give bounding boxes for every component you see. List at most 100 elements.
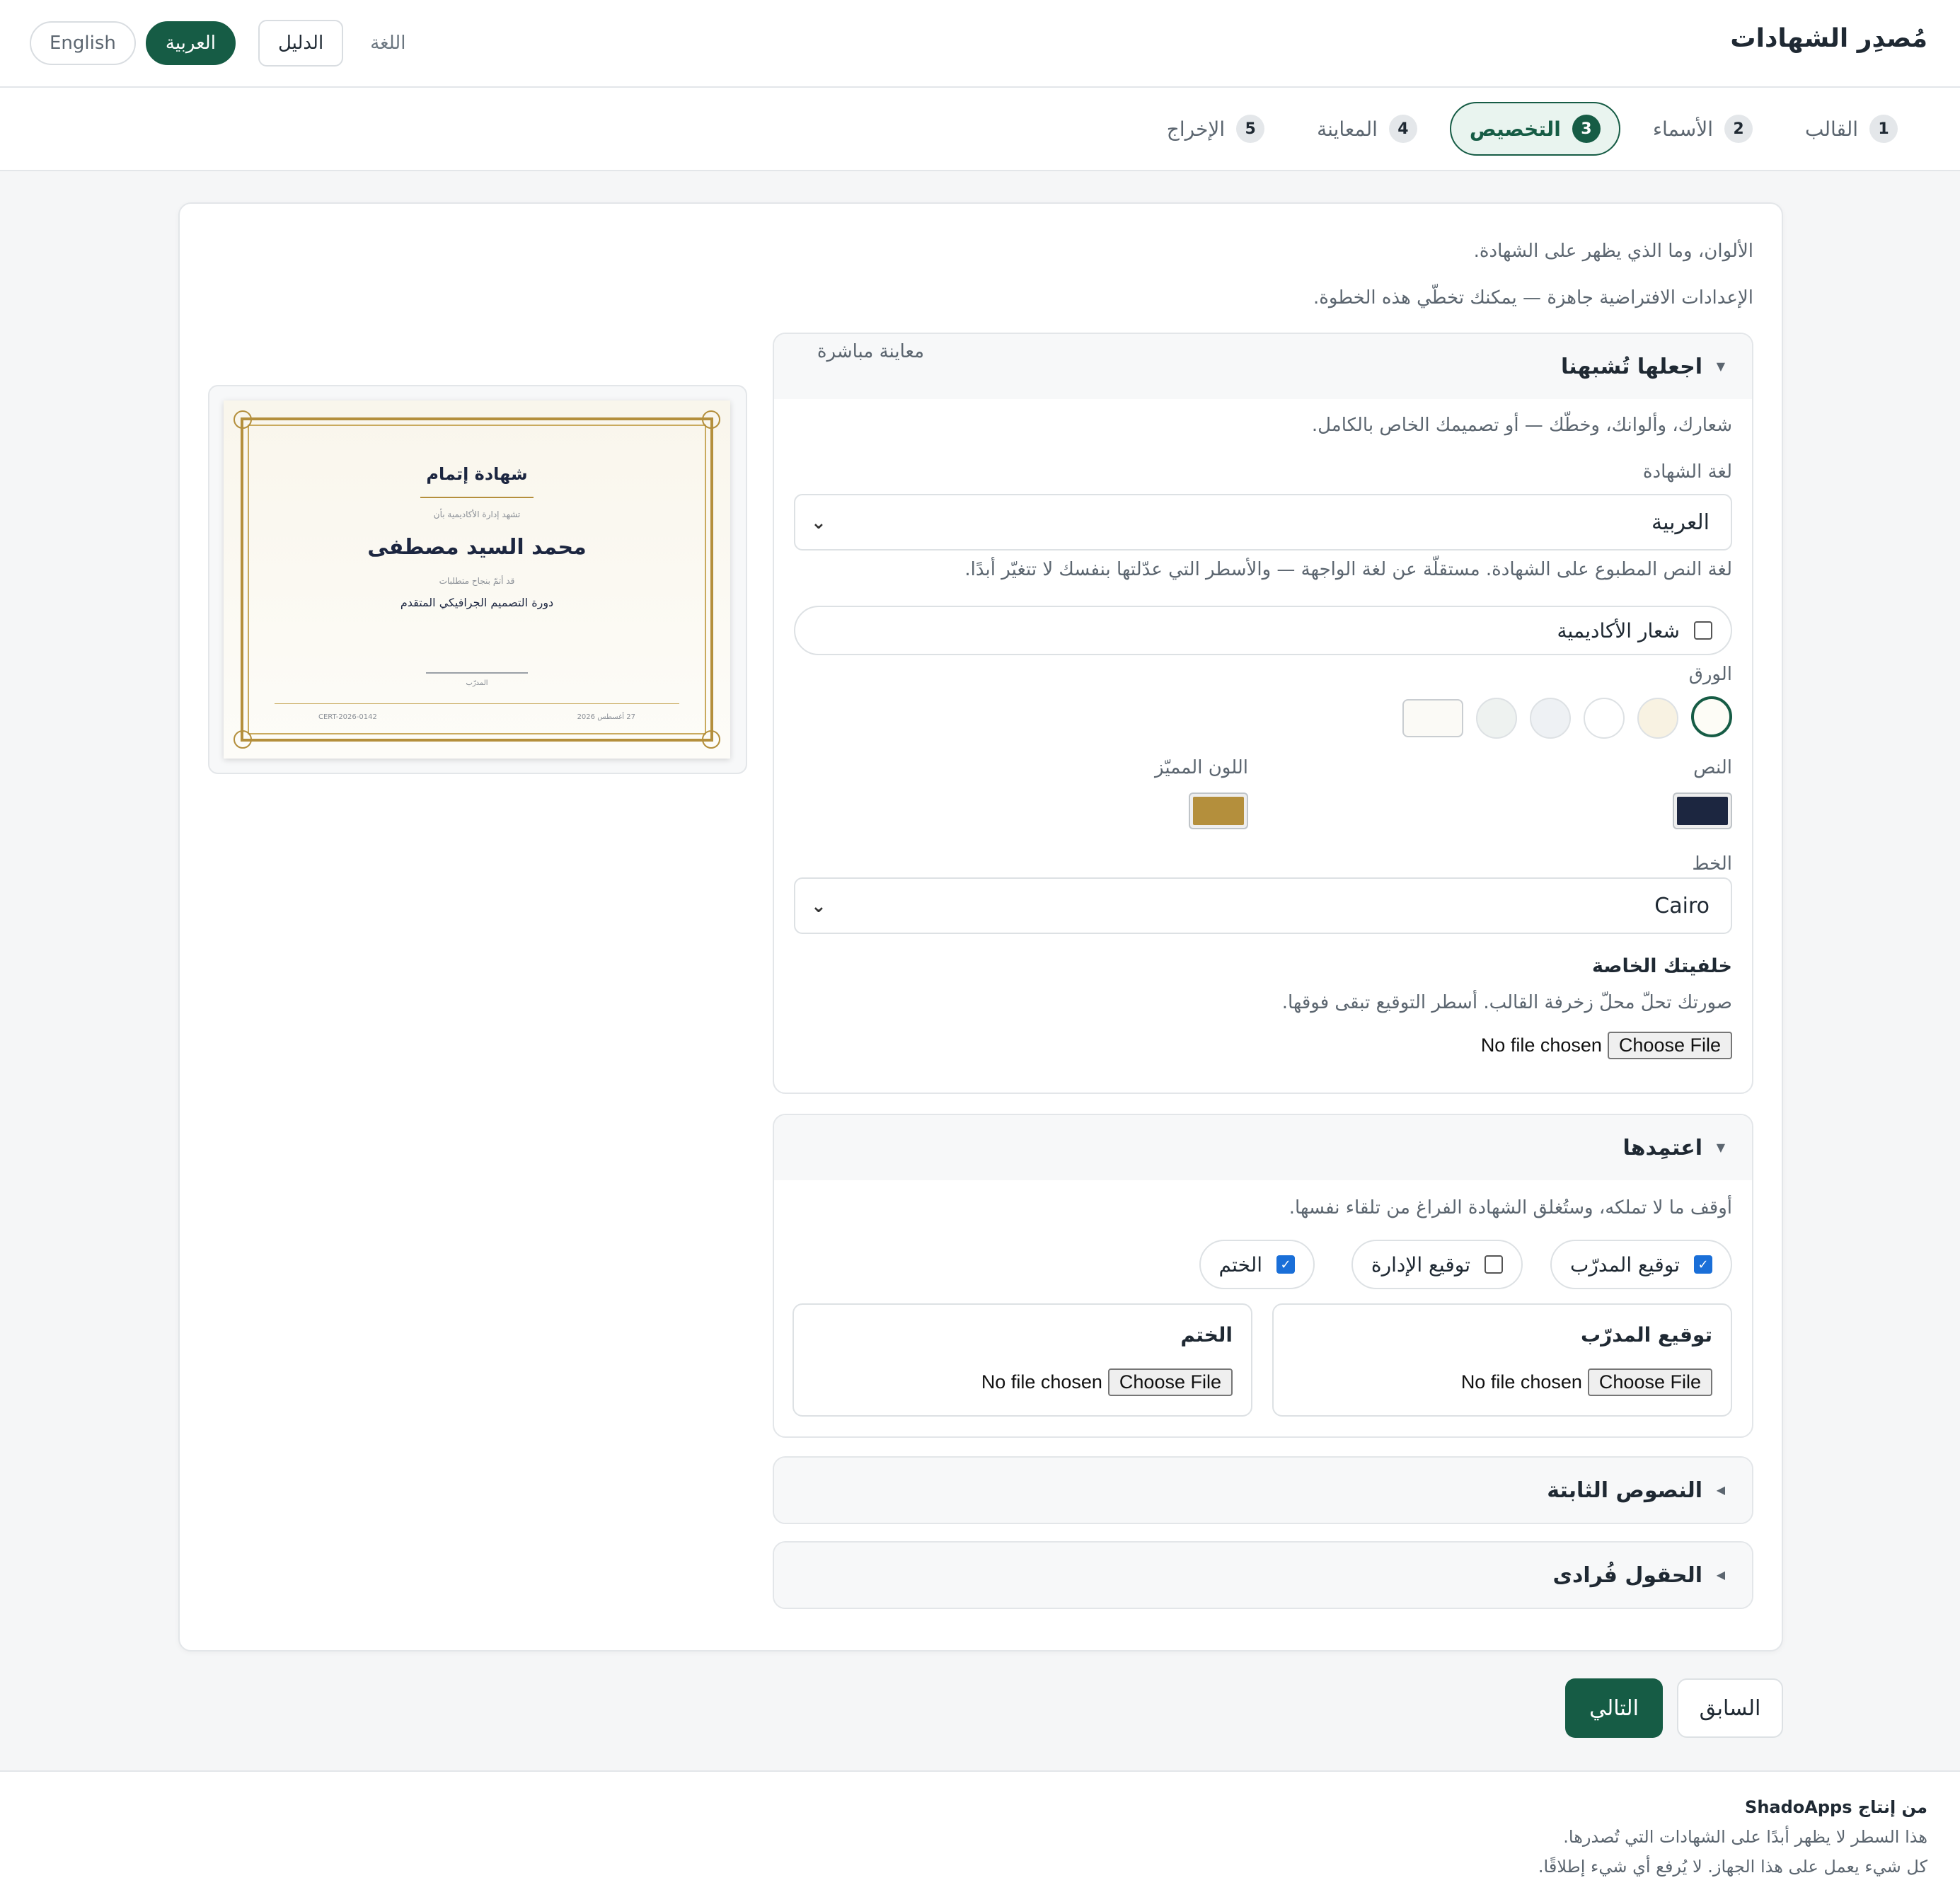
section-title: النصوص الثابتة (1547, 1477, 1702, 1503)
ornament-icon (702, 410, 720, 429)
step-number: 4 (1388, 115, 1417, 143)
cert-signature-line (426, 672, 528, 674)
background-title: خلفيتك الخاصة (1592, 955, 1732, 977)
next-button[interactable]: التالي (1565, 1678, 1663, 1738)
text-color-label: النص (1693, 757, 1732, 778)
choose-file-button[interactable]: Choose File (1587, 1368, 1712, 1396)
step-number: 5 (1236, 115, 1265, 143)
section-brand: ▼ اجعلها تُشبهنا شعارك، وألوانك، وخطّك —… (773, 333, 1753, 1094)
chip-seal[interactable]: ✓ الختم (1199, 1240, 1315, 1289)
language-option-arabic[interactable]: العربية (145, 21, 236, 65)
app-title: مُصدِر الشهادات (1730, 24, 1927, 53)
text-color-picker[interactable] (1673, 792, 1732, 829)
accent-color-picker[interactable] (1189, 792, 1248, 829)
cert-language-help: لغة النص المطبوع على الشهادة. مستقلّة عن… (964, 559, 1732, 580)
trainer-signature-upload[interactable]: No file chosen Choose File (1461, 1368, 1712, 1396)
step-preview[interactable]: 4 المعاينة (1297, 102, 1437, 156)
live-preview-label: معاينة مباشرة (817, 341, 924, 362)
accent-color-label: اللون المميّز (1155, 757, 1248, 778)
text-color-swatch (1677, 797, 1728, 825)
logo-checkbox[interactable] (1694, 621, 1712, 640)
chevron-down-icon: ⌄ (811, 512, 826, 534)
footer-privacy-note: كل شيء يعمل على هذا الجهاز. لا يُرفع أي … (1538, 1857, 1927, 1877)
font-select[interactable]: Cairo ⌄ (794, 877, 1732, 934)
step-customize[interactable]: 3 التخصيص (1449, 102, 1620, 156)
step-names[interactable]: 2 الأسماء (1633, 102, 1772, 156)
paper-swatch-3[interactable] (1584, 698, 1625, 739)
cert-signer-label: المدرّب (466, 679, 488, 687)
caret-left-icon: ◀ (1716, 1568, 1725, 1581)
cert-id: CERT-2026-0142 (318, 713, 377, 721)
section-static-texts-header[interactable]: ◀ النصوص الثابتة (774, 1458, 1752, 1523)
step-label: القالب (1804, 117, 1858, 141)
section-description: أوقف ما لا تملكه، وستُغلق الشهادة الفراغ… (1289, 1197, 1732, 1218)
step-output[interactable]: 5 الإخراج (1147, 102, 1284, 156)
chevron-down-icon: ⌄ (811, 896, 826, 917)
font-label: الخط (1692, 853, 1732, 875)
trainer-signature-upload-card: توقيع المدرّب No file chosen Choose File (1272, 1303, 1732, 1417)
seal-upload-card: الختم No file chosen Choose File (792, 1303, 1252, 1417)
previous-button[interactable]: السابق (1677, 1678, 1783, 1738)
upload-title: الختم (1180, 1323, 1233, 1347)
certificate-preview: شهادة إتمام تشهد إدارة الأكاديمية بأن مح… (224, 400, 730, 759)
paper-swatch-4[interactable] (1530, 698, 1571, 739)
language-label: اللغة (370, 33, 406, 54)
paper-swatch-5[interactable] (1476, 698, 1517, 739)
footer: من إنتاج ShadoApps هذا السطر لا يظهر أبد… (0, 1770, 1960, 1902)
top-actions: اللغة الدليل العربية English (30, 20, 405, 67)
language-option-english[interactable]: English (30, 21, 136, 65)
chip-label: توقيع الإدارة (1371, 1252, 1470, 1276)
chip-trainer-signature[interactable]: ✓ توقيع المدرّب (1550, 1240, 1732, 1289)
background-help: صورتك تحلّ محلّ زخرفة القالب. أسطر التوق… (1281, 992, 1732, 1013)
intro-hint: الإعدادات الافتراضية جاهزة — يمكنك تخطّي… (1313, 287, 1753, 309)
section-description: شعارك، وألوانك، وخطّك — أو تصميمك الخاص … (1311, 415, 1732, 436)
section-fields: ◀ الحقول فُرادى (773, 1541, 1753, 1609)
file-status: No file chosen (1480, 1034, 1602, 1056)
section-approve: ▼ اعتمِدها أوقف ما لا تملكه، وستُغلق الش… (773, 1114, 1753, 1438)
paper-swatch-6[interactable] (1402, 699, 1463, 737)
logo-toggle[interactable]: شعار الأكاديمية (794, 606, 1732, 655)
customize-card: الألوان، وما الذي يظهر على الشهادة. الإع… (178, 202, 1783, 1652)
intro-text: الألوان، وما الذي يظهر على الشهادة. (1473, 241, 1753, 262)
admin-signature-checkbox[interactable] (1485, 1255, 1503, 1274)
footer-note: هذا السطر لا يظهر أبدًا على الشهادات الت… (1563, 1827, 1927, 1847)
steps-bar: 1 القالب 2 الأسماء 3 التخصيص 4 المعاينة … (0, 88, 1960, 171)
check-icon[interactable]: ✓ (1694, 1255, 1712, 1274)
choose-file-button[interactable]: Choose File (1607, 1032, 1732, 1059)
logo-checkbox-label: شعار الأكاديمية (1557, 618, 1680, 642)
cert-recipient-name: محمد السيد مصطفى (367, 535, 587, 560)
caret-left-icon: ◀ (1716, 1483, 1725, 1497)
step-number: 3 (1572, 115, 1601, 143)
check-icon[interactable]: ✓ (1276, 1255, 1295, 1274)
cert-language-select[interactable]: العربية ⌄ (794, 494, 1732, 551)
caret-down-icon: ▼ (1716, 359, 1725, 373)
section-static-texts: ◀ النصوص الثابتة (773, 1456, 1753, 1524)
step-number: 2 (1724, 115, 1753, 143)
section-approve-header[interactable]: ▼ اعتمِدها (774, 1115, 1752, 1180)
step-template[interactable]: 1 القالب (1785, 102, 1918, 156)
cert-language-label: لغة الشهادة (1642, 461, 1732, 483)
ornament-icon (234, 730, 252, 749)
ornament-icon (234, 410, 252, 429)
background-upload[interactable]: No file chosen Choose File (1481, 1032, 1732, 1059)
chip-admin-signature[interactable]: توقيع الإدارة (1351, 1240, 1523, 1289)
guide-button[interactable]: الدليل (258, 20, 344, 67)
cert-course: دورة التصميم الجرافيكي المتقدم (400, 596, 554, 609)
seal-upload[interactable]: No file chosen Choose File (981, 1368, 1233, 1396)
upload-title: توقيع المدرّب (1580, 1323, 1712, 1347)
accent-color-swatch (1193, 797, 1244, 825)
paper-swatch-1[interactable] (1691, 696, 1732, 737)
section-title: اجعلها تُشبهنا (1561, 354, 1702, 379)
choose-file-button[interactable]: Choose File (1107, 1368, 1233, 1396)
step-label: الإخراج (1166, 117, 1226, 141)
font-value: Cairo (1654, 893, 1710, 918)
cert-divider (420, 497, 534, 498)
footer-brand: من إنتاج ShadoApps (1745, 1797, 1927, 1817)
cert-completed: قد أتمّ بنجاح متطلبات (439, 576, 515, 586)
section-fields-header[interactable]: ◀ الحقول فُرادى (774, 1543, 1752, 1608)
cert-intro: تشهد إدارة الأكاديمية بأن (433, 509, 521, 519)
section-title: اعتمِدها (1622, 1135, 1702, 1160)
paper-swatch-2[interactable] (1637, 698, 1678, 739)
cert-language-value: العربية (1651, 509, 1710, 535)
caret-down-icon: ▼ (1716, 1141, 1725, 1154)
